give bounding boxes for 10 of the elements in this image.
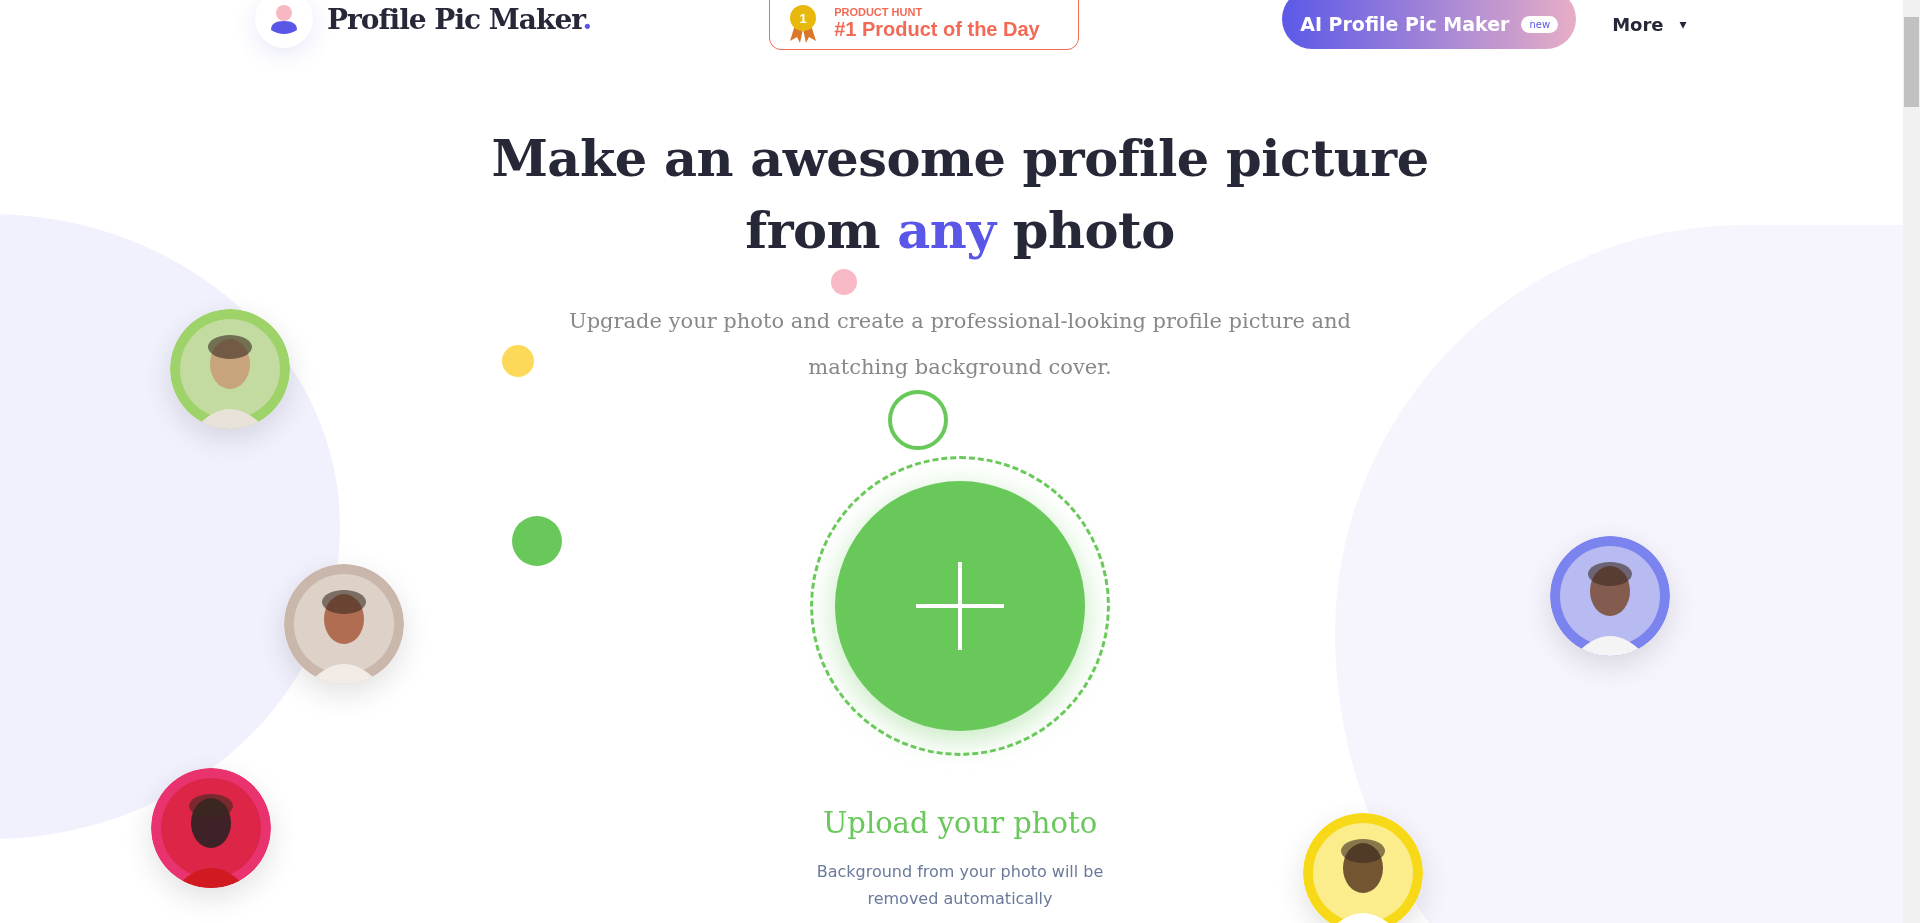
subtitle: Upgrade your photo and create a professional-looking profile picture and matching background cover. xyxy=(567,308,1353,381)
badge-title: #1 Product of the Day xyxy=(834,17,1040,41)
logo-text[interactable]: Profile Pic Maker. xyxy=(327,2,592,36)
upload-note: Background from your photo will be removed automatically xyxy=(815,861,1105,910)
upload-label: Upload your photo xyxy=(822,806,1098,840)
new-tag: new xyxy=(1521,15,1559,33)
more-menu[interactable]: More ▾ xyxy=(1612,3,1687,35)
ai-maker-button[interactable]: AI Profile Pic Maker new xyxy=(1282,0,1577,49)
headline: Make an awesome profile picture from any photo xyxy=(491,127,1429,262)
badge-eyebrow: PRODUCT HUNT xyxy=(834,5,924,18)
